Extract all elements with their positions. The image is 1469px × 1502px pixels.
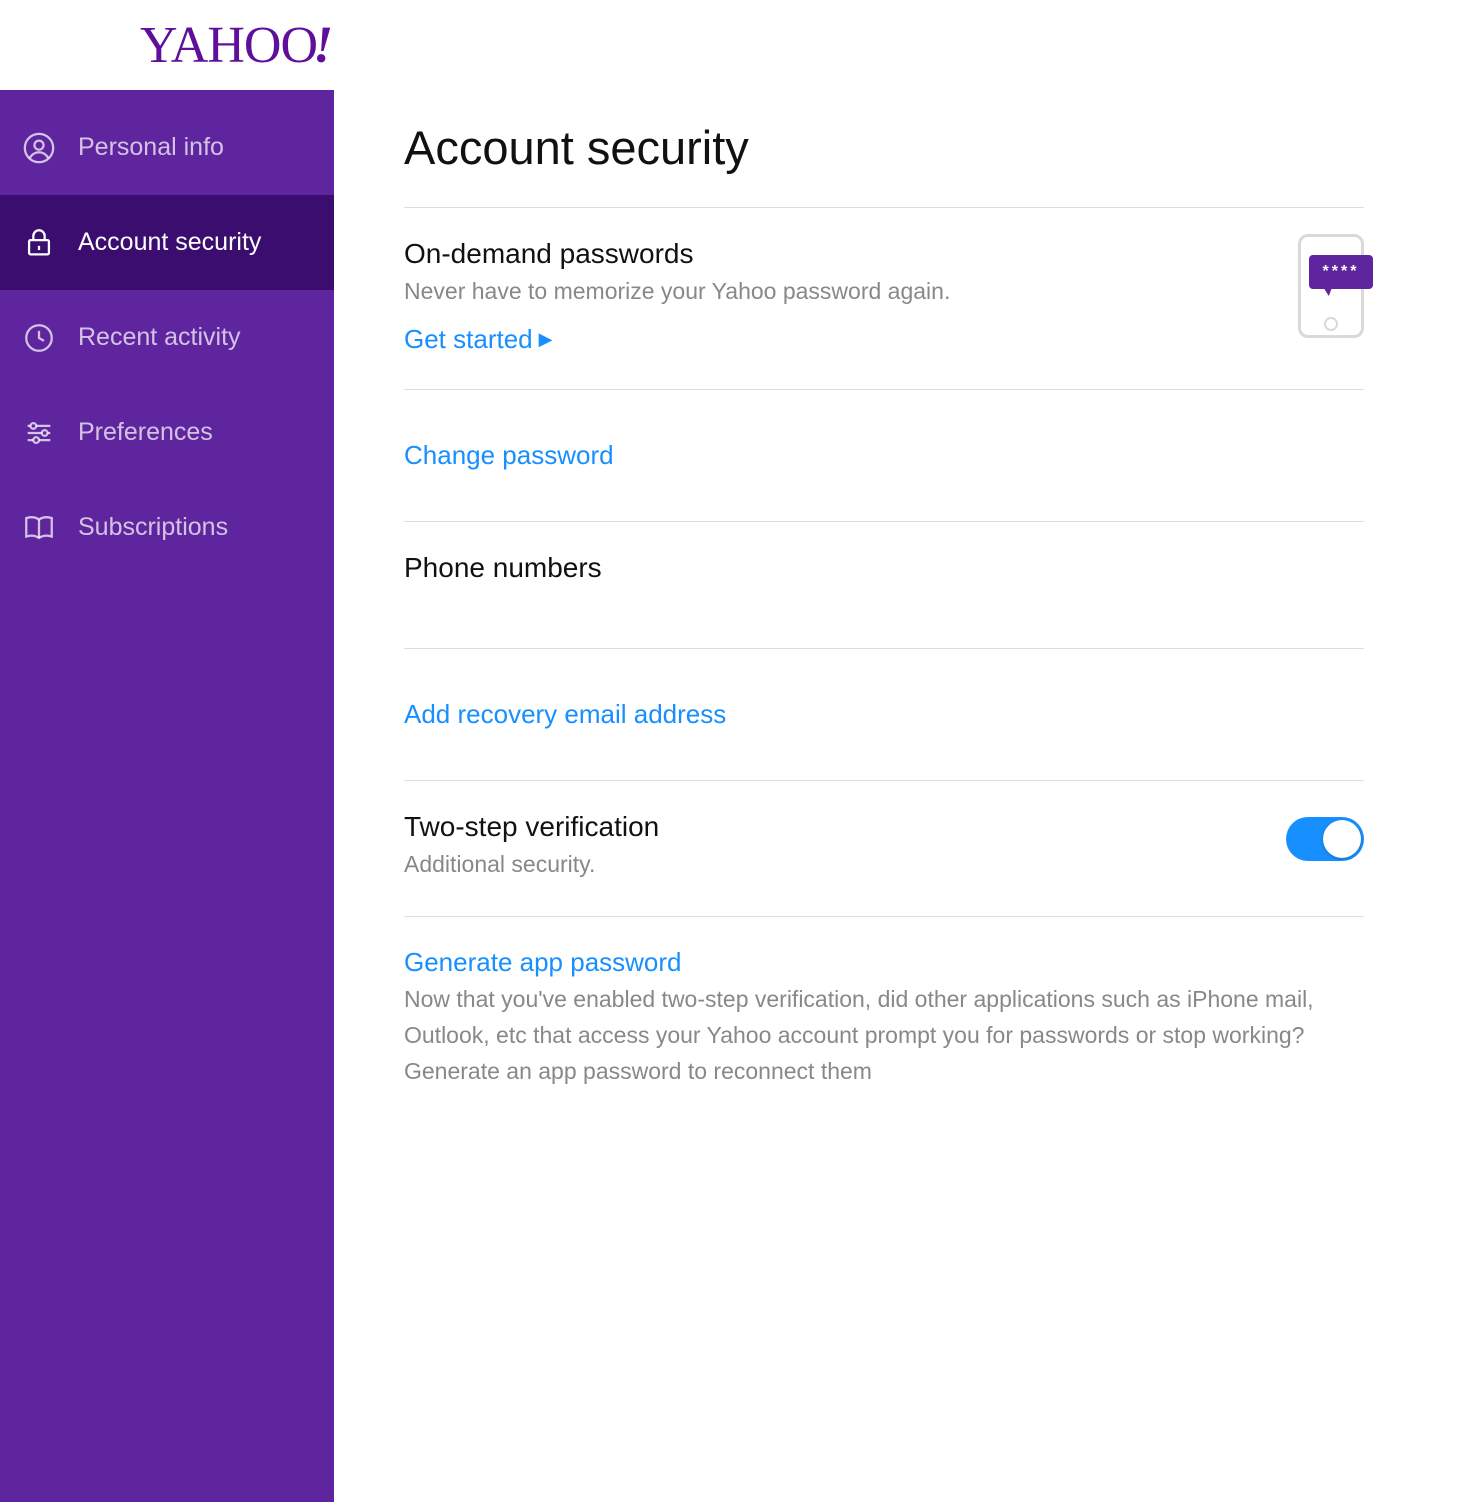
section-change-password: Change password — [404, 389, 1364, 521]
add-recovery-email-link[interactable]: Add recovery email address — [404, 699, 726, 730]
sidebar-item-personal-info[interactable]: Personal info — [0, 100, 334, 195]
book-icon — [22, 511, 56, 545]
section-two-step-verification: Two-step verification Additional securit… — [404, 780, 1364, 917]
clock-icon — [22, 321, 56, 355]
two-step-subtitle: Additional security. — [404, 847, 1364, 883]
sidebar-item-label: Preferences — [78, 418, 213, 447]
chevron-right-icon: ▶ — [539, 329, 553, 350]
generate-app-password-link[interactable]: Generate app password — [404, 947, 682, 978]
sidebar-item-label: Recent activity — [78, 323, 241, 352]
section-phone-numbers: Phone numbers — [404, 521, 1364, 648]
sidebar-item-account-security[interactable]: Account security — [0, 195, 334, 290]
main-content: Account security On-demand passwords Nev… — [334, 90, 1434, 1502]
sliders-icon — [22, 416, 56, 450]
two-step-toggle[interactable] — [1286, 817, 1364, 861]
sms-bubble-icon: **** — [1309, 255, 1373, 289]
sidebar-item-subscriptions[interactable]: Subscriptions — [0, 480, 334, 575]
get-started-link[interactable]: Get started ▶ — [404, 324, 552, 355]
phone-numbers-title: Phone numbers — [404, 552, 1364, 584]
two-step-title: Two-step verification — [404, 811, 1364, 843]
odp-title: On-demand passwords — [404, 238, 1364, 270]
page-title: Account security — [404, 120, 1364, 175]
app-password-description: Now that you've enabled two-step verific… — [404, 982, 1364, 1089]
brand-text: YAHOO — [140, 17, 317, 74]
sidebar-item-label: Account security — [78, 228, 261, 257]
sidebar-item-label: Subscriptions — [78, 513, 228, 542]
person-icon — [22, 131, 56, 165]
section-add-recovery-email: Add recovery email address — [404, 648, 1364, 780]
get-started-label: Get started — [404, 324, 533, 355]
sidebar-item-label: Personal info — [78, 133, 224, 162]
odp-subtitle: Never have to memorize your Yahoo passwo… — [404, 274, 1364, 310]
section-on-demand-passwords: On-demand passwords Never have to memori… — [404, 207, 1364, 389]
lock-icon — [22, 226, 56, 260]
yahoo-logo[interactable]: YAHOO! — [140, 16, 332, 75]
bang-icon: ! — [313, 17, 332, 74]
phone-icon: **** — [1298, 234, 1364, 338]
section-generate-app-password: Generate app password Now that you've en… — [404, 916, 1364, 1123]
sidebar: Personal info Account security Recent ac… — [0, 90, 334, 1502]
header: YAHOO! — [0, 0, 1469, 90]
change-password-link[interactable]: Change password — [404, 440, 614, 471]
sidebar-item-recent-activity[interactable]: Recent activity — [0, 290, 334, 385]
sidebar-item-preferences[interactable]: Preferences — [0, 385, 334, 480]
